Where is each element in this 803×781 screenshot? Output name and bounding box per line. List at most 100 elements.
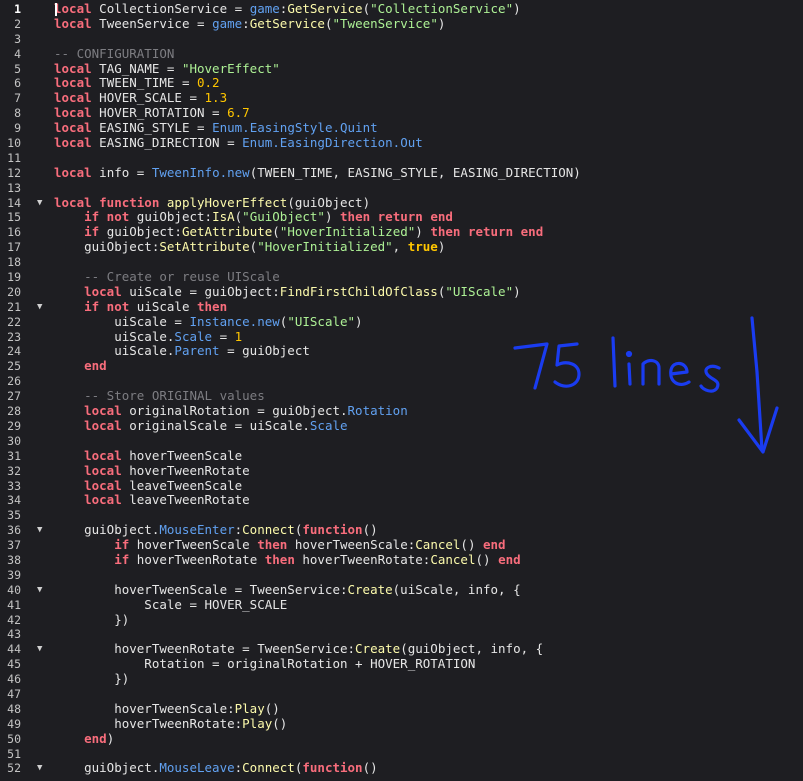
- code-line[interactable]: 37 if hoverTweenScale then hoverTweenSca…: [0, 537, 803, 553]
- code-line[interactable]: 38 if hoverTweenRotate then hoverTweenRo…: [0, 552, 803, 568]
- line-number: 40: [7, 582, 21, 597]
- code-token: Parent: [174, 343, 220, 359]
- code-area[interactable]: 1 local CollectionService = game:GetServi…: [0, 1, 803, 776]
- code-line[interactable]: 3: [0, 32, 803, 47]
- code-line[interactable]: 23 uiScale.Scale = 1: [0, 328, 803, 345]
- code-line[interactable]: 44 ▼ hoverTweenRotate = TweenService:Crea…: [0, 641, 803, 657]
- code-token: FindFirstChildOfClass: [279, 283, 438, 299]
- fold-toggle-icon[interactable]: ▼: [37, 300, 42, 315]
- code-token: local: [84, 477, 122, 493]
- code-token: (): [460, 537, 483, 553]
- fold-toggle-icon[interactable]: ▼: [37, 523, 42, 538]
- code-line[interactable]: 19 -- Create or reuse UIScale: [0, 269, 803, 285]
- code-line[interactable]: 47: [0, 687, 803, 702]
- code-line[interactable]: 48 hoverTweenScale:Play(): [0, 701, 803, 717]
- code-token: game: [212, 15, 243, 31]
- code-token: Cancel: [415, 537, 461, 553]
- code-token: Scale = HOVER_SCALE: [54, 596, 288, 612]
- code-line[interactable]: 15 if not guiObject:IsA("GuiObject") the…: [0, 210, 803, 225]
- code-token: (guiObject): [287, 194, 371, 210]
- code-token: originalScale = uiScale.: [121, 417, 310, 433]
- code-line[interactable]: 51: [0, 747, 803, 762]
- code-token: Scale: [174, 328, 213, 344]
- code-line[interactable]: 24 uiScale.Parent = guiObject: [0, 344, 803, 359]
- code-line[interactable]: 45 Rotation = originalRotation + HOVER_R…: [0, 656, 803, 672]
- code-token: Instance.new: [189, 313, 280, 329]
- code-token: uiScale: [129, 298, 197, 314]
- code-line[interactable]: 18: [0, 255, 803, 270]
- code-line[interactable]: 26: [0, 374, 803, 389]
- fold-toggle-icon[interactable]: ▼: [37, 642, 42, 657]
- fold-toggle-icon[interactable]: ▼: [37, 196, 42, 211]
- code-line[interactable]: 22 uiScale = Instance.new("UIScale"): [0, 313, 803, 330]
- code-line[interactable]: 7 local HOVER_SCALE = 1.3: [0, 90, 803, 106]
- line-number: 41: [7, 597, 21, 612]
- code-line[interactable]: 16 if guiObject:GetAttribute("HoverIniti…: [0, 224, 803, 240]
- code-line[interactable]: 46 }): [0, 671, 803, 687]
- fold-toggle-icon[interactable]: ▼: [37, 761, 42, 776]
- code-line[interactable]: 6 local TWEEN_TIME = 0.2: [0, 76, 803, 91]
- code-line[interactable]: 9 local EASING_STYLE = Enum.EasingStyle.Q…: [0, 120, 803, 136]
- line-number: 44: [7, 642, 21, 657]
- code-token: SetAttribute: [159, 239, 250, 255]
- code-line[interactable]: 11: [0, 151, 803, 166]
- code-line[interactable]: 14 ▼ local function applyHoverEffect(guiOb…: [0, 194, 803, 211]
- line-number: 13: [7, 180, 21, 195]
- code-line[interactable]: 20 local uiScale = guiObject:FindFirstCh…: [0, 283, 803, 300]
- code-line[interactable]: 27 -- Store ORIGINAL values: [0, 388, 803, 404]
- code-token: ): [437, 239, 446, 255]
- code-line[interactable]: 42 }): [0, 612, 803, 628]
- code-line[interactable]: 5 local TAG_NAME = "HoverEffect": [0, 61, 803, 77]
- code-line[interactable]: 29 local originalScale = uiScale.Scale: [0, 417, 803, 434]
- code-line[interactable]: 43: [0, 627, 803, 642]
- code-token: :: [242, 15, 250, 31]
- line-number: 48: [7, 701, 21, 716]
- code-line[interactable]: 40 ▼ hoverTweenScale = TweenService:Creat…: [0, 582, 803, 598]
- code-token: hoverTweenRotate = TweenService:: [54, 641, 356, 657]
- code-line[interactable]: 1 local CollectionService = game:GetServi…: [0, 1, 803, 17]
- code-line[interactable]: 39: [0, 568, 803, 583]
- code-line[interactable]: 4 -- CONFIGURATION: [0, 46, 803, 62]
- code-line[interactable]: 17 guiObject:SetAttribute("HoverInitiali…: [0, 239, 803, 255]
- code-line[interactable]: 50 end): [0, 731, 803, 747]
- code-token: if not: [84, 209, 130, 225]
- code-line[interactable]: 28 local originalRotation = guiObject.Ro…: [0, 403, 803, 419]
- code-token: local: [54, 120, 92, 136]
- code-line[interactable]: 30: [0, 434, 803, 449]
- code-editor[interactable]: 1 local CollectionService = game:GetServi…: [0, 0, 803, 781]
- code-line[interactable]: 35: [0, 508, 803, 523]
- line-number: 15: [7, 210, 21, 225]
- code-line[interactable]: 13: [0, 181, 803, 196]
- code-text: -- Create or reuse UIScale: [54, 269, 280, 285]
- code-token: applyHoverEffect: [166, 194, 288, 210]
- code-line[interactable]: 32 local hoverTweenRotate: [0, 463, 803, 479]
- code-line[interactable]: 12 local info = TweenInfo.new(TWEEN_TIME,…: [0, 165, 803, 181]
- line-number: 21: [7, 299, 21, 314]
- code-text: local TWEEN_TIME = 0.2: [54, 76, 220, 91]
- code-line[interactable]: 34 local leaveTweenRotate: [0, 492, 803, 508]
- fold-toggle-icon[interactable]: ▼: [37, 583, 42, 598]
- line-number: 35: [7, 508, 21, 523]
- code-line[interactable]: 31 local hoverTweenScale: [0, 448, 803, 464]
- code-token: end: [483, 537, 506, 553]
- code-line[interactable]: 49 hoverTweenRotate:Play(): [0, 716, 803, 732]
- code-token: Rotation: [347, 403, 408, 419]
- code-line[interactable]: 36 ▼ guiObject.MouseEnter:Connect(functio…: [0, 522, 803, 538]
- code-token: guiObject:: [99, 224, 182, 240]
- code-line[interactable]: 25 end: [0, 358, 803, 374]
- code-line[interactable]: 8 local HOVER_ROTATION = 6.7: [0, 105, 803, 121]
- code-token: (): [362, 760, 378, 776]
- code-line[interactable]: 33 local leaveTweenScale: [0, 477, 803, 494]
- code-token: if: [114, 537, 130, 553]
- line-number: 39: [7, 567, 21, 582]
- code-line[interactable]: 41 Scale = HOVER_SCALE: [0, 596, 803, 613]
- code-line[interactable]: 21 ▼ if not uiScale then: [0, 298, 803, 315]
- code-text: local uiScale = guiObject:FindFirstChild…: [54, 283, 521, 300]
- code-line[interactable]: 2 local TweenService = game:GetService("T…: [0, 15, 803, 32]
- code-line[interactable]: 52 ▼ guiObject.MouseLeave:Connect(functio…: [0, 760, 803, 776]
- code-line[interactable]: 10 local EASING_DIRECTION = Enum.EasingDi…: [0, 135, 803, 151]
